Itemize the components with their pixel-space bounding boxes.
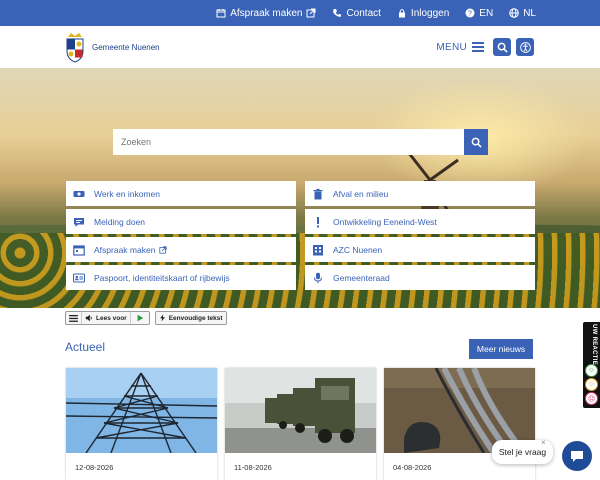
- speaker-icon: [85, 314, 92, 322]
- search-icon: [497, 42, 508, 53]
- tile-label: Paspoort, identiteitskaart of rijbewijs: [94, 272, 230, 283]
- tile-label: Afval en milieu: [333, 188, 389, 199]
- contact-label: Contact: [346, 7, 381, 19]
- header: Gemeente Nuenen MENU: [0, 26, 600, 68]
- top-bar: Afspraak maken Contact Inloggen ? EN NL: [0, 0, 600, 26]
- search-icon: [471, 137, 482, 148]
- readspeaker-bar: Lees voor Eenvoudige tekst: [65, 311, 227, 325]
- feedback-tab[interactable]: UW REACTIE ☺ ☺ ☹: [583, 322, 600, 408]
- lightning-icon: [159, 314, 165, 322]
- tile-paspoort[interactable]: Paspoort, identiteitskaart of rijbewijs: [66, 265, 296, 290]
- eenvoudige-tekst-label: Eenvoudige tekst: [168, 314, 223, 322]
- lock-icon: [398, 9, 405, 18]
- logo-name: Nuenen: [131, 42, 160, 52]
- news-date: 04-08-2026: [393, 463, 432, 472]
- tile-label: AZC Nuenen: [333, 244, 383, 255]
- hamburger-icon: [69, 314, 78, 322]
- logo-prefix: Gemeente: [92, 42, 130, 52]
- play-icon: [137, 314, 143, 322]
- feedback-label: UW REACTIE: [591, 324, 597, 365]
- logo-text: Gemeente Nuenen: [92, 43, 160, 52]
- hamburger-icon[interactable]: [472, 42, 484, 52]
- tile-ontwikkeling-eeneind-west[interactable]: Ontwikkeling Eeneind-West: [305, 209, 535, 234]
- crest-icon: [66, 33, 84, 63]
- inloggen-link[interactable]: Inloggen: [397, 8, 449, 19]
- smiley-happy-icon[interactable]: ☺: [585, 364, 598, 377]
- calendar-icon: [216, 9, 226, 18]
- tile-afval-en-milieu[interactable]: Afval en milieu: [305, 181, 535, 206]
- eenvoudige-tekst-content: Eenvoudige tekst: [156, 312, 226, 324]
- hero-search: [113, 129, 488, 155]
- accessibility-icon: [519, 41, 531, 53]
- tile-gemeenteraad[interactable]: Gemeenteraad: [305, 265, 535, 290]
- news-date: 11-08-2026: [234, 463, 272, 472]
- tile-azc-nuenen[interactable]: AZC Nuenen: [305, 237, 535, 262]
- tile-label: Werk en inkomen: [94, 188, 160, 199]
- readspeaker-menu-button[interactable]: [66, 312, 82, 324]
- eenvoudige-tekst-button[interactable]: Eenvoudige tekst: [154, 311, 227, 325]
- afspraak-link[interactable]: Afspraak maken: [216, 8, 316, 19]
- logo[interactable]: Gemeente Nuenen: [64, 31, 160, 63]
- smiley-neutral-icon[interactable]: ☺: [585, 378, 598, 391]
- afspraak-label: Afspraak maken: [230, 7, 303, 19]
- lang-nl[interactable]: NL: [509, 8, 536, 19]
- globe-icon: [509, 8, 520, 18]
- news-card-1[interactable]: 12-08-2026: [66, 368, 217, 480]
- trash-icon: [311, 187, 325, 201]
- tile-label: Gemeenteraad: [333, 272, 390, 283]
- accessibility-button[interactable]: [516, 38, 534, 56]
- tile-melding-doen[interactable]: Melding doen: [66, 209, 296, 234]
- microphone-icon: [311, 271, 325, 285]
- news-title: Actueel: [65, 340, 106, 354]
- news-image-trucks: [225, 368, 376, 453]
- question-icon: ?: [465, 8, 475, 18]
- tile-label: Afspraak maken: [94, 244, 156, 255]
- external-link-icon: [159, 245, 168, 254]
- news-image-pylon: [66, 368, 217, 453]
- svg-text:?: ?: [468, 11, 472, 18]
- tile-label: Melding doen: [94, 216, 146, 227]
- lees-voor-label: Lees voor: [96, 314, 127, 322]
- chat-close-icon[interactable]: ×: [541, 439, 549, 447]
- lang-en-label: EN: [479, 7, 494, 19]
- building-icon: [311, 243, 325, 257]
- play-button[interactable]: [131, 312, 149, 324]
- chat-icon: [72, 215, 86, 229]
- inloggen-label: Inloggen: [410, 7, 450, 19]
- contact-link[interactable]: Contact: [332, 7, 381, 19]
- lang-en[interactable]: ? EN: [465, 8, 493, 19]
- calendar-icon: [72, 243, 86, 257]
- menu-label[interactable]: MENU: [436, 42, 467, 53]
- tile-label: Ontwikkeling Eeneind-West: [333, 216, 437, 227]
- smiley-sad-icon[interactable]: ☹: [585, 392, 598, 405]
- id-card-icon: [72, 271, 86, 285]
- readspeaker-controls: Lees voor: [65, 311, 150, 325]
- chat-icon: [571, 451, 583, 462]
- search-submit-button[interactable]: [464, 129, 488, 155]
- money-icon: [72, 187, 86, 201]
- menu-group: MENU: [436, 38, 534, 56]
- news-date: 12-08-2026: [75, 463, 114, 472]
- more-news-button[interactable]: Meer nieuws: [469, 339, 533, 359]
- tile-werk-en-inkomen[interactable]: Werk en inkomen: [66, 181, 296, 206]
- search-input[interactable]: [113, 129, 464, 155]
- exclamation-icon: [311, 215, 325, 229]
- lang-nl-label: NL: [523, 7, 536, 19]
- tile-afspraak-maken[interactable]: Afspraak maken: [66, 237, 296, 262]
- lees-voor-button[interactable]: Lees voor: [82, 312, 131, 324]
- chat-button[interactable]: [562, 441, 592, 471]
- header-search-button[interactable]: [493, 38, 511, 56]
- external-link-icon: [306, 8, 316, 18]
- phone-icon: [333, 9, 342, 17]
- news-card-2[interactable]: 11-08-2026: [225, 368, 376, 480]
